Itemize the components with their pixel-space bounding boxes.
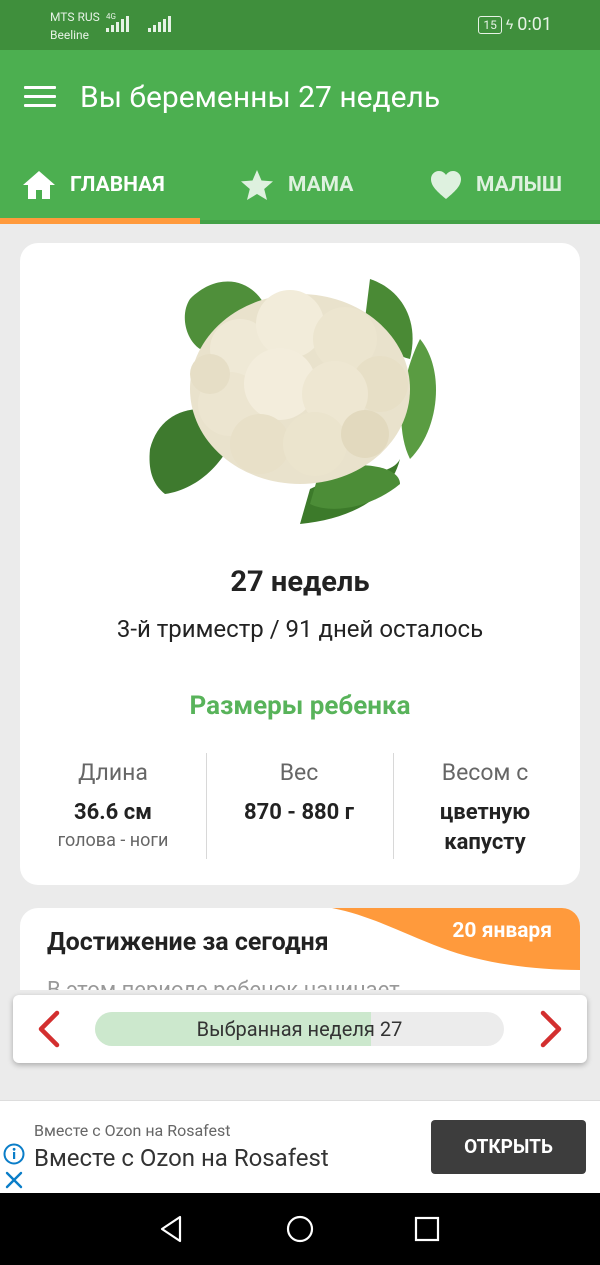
clock: 0:01 — [517, 14, 552, 35]
stat-label: Длина — [78, 759, 148, 786]
home-icon — [23, 171, 55, 199]
carrier-1: MTS RUS — [50, 10, 100, 24]
week-progress[interactable]: Выбранная неделя 27 — [95, 1012, 504, 1046]
hamburger-menu-icon[interactable] — [24, 86, 56, 110]
tab-home[interactable]: ГЛАВНАЯ — [22, 150, 165, 220]
close-icon[interactable] — [3, 1169, 25, 1191]
battery-icon: 15 — [478, 15, 502, 34]
charging-icon: ϟ — [505, 17, 514, 33]
back-icon[interactable] — [156, 1213, 188, 1245]
baby-stats: Длина 36.6 см голова - ноги Вес 870 - 88… — [20, 753, 580, 861]
ad-subtitle: Вместе с Ozon на Rosafest — [34, 1121, 231, 1140]
stat-value: 36.6 см — [74, 800, 152, 825]
star-icon — [241, 170, 273, 200]
recent-apps-icon[interactable] — [411, 1213, 443, 1245]
tab-bar: ГЛАВНАЯ МАМА МАЛЫШ — [0, 150, 600, 224]
achievement-preview: В этом периоде ребенок начинает — [47, 978, 400, 990]
home-nav-icon[interactable] — [284, 1213, 316, 1245]
tab-baby-label: МАЛЫШ — [476, 173, 563, 197]
system-nav-bar — [0, 1193, 600, 1265]
heart-icon — [431, 171, 461, 199]
stat-sub: голова - ноги — [57, 830, 169, 851]
stat-comparison: Весом с цветную капусту — [392, 753, 578, 858]
week-progress-label: Выбранная неделя 27 — [196, 1017, 403, 1041]
stat-length: Длина 36.6 см голова - ноги — [20, 753, 206, 851]
active-tab-indicator — [0, 218, 200, 224]
ad-title: Вместе с Ozon на Rosafest — [34, 1144, 329, 1172]
stat-value: 870 - 880 г — [243, 800, 355, 825]
page-title: Вы беременны 27 недель — [80, 80, 441, 115]
signal-icon-2 — [148, 14, 171, 32]
achievement-date: 20 января — [452, 919, 552, 943]
previous-week-arrow-icon[interactable] — [31, 1009, 71, 1049]
status-right: 15 ϟ 0:01 — [478, 14, 552, 35]
status-bar: MTS RUS Beeline 4G 15 ϟ 0:01 — [0, 0, 600, 50]
tab-home-label: ГЛАВНАЯ — [70, 173, 165, 197]
stat-weight: Вес 870 - 880 г — [206, 753, 392, 828]
info-icon[interactable] — [3, 1143, 25, 1165]
carrier-info: MTS RUS Beeline — [50, 10, 100, 42]
baby-sizes-heading: Размеры ребенка — [189, 691, 411, 721]
tab-mama-label: МАМА — [288, 173, 354, 197]
ad-banner[interactable]: Вместе с Ozon на Rosafest Вместе с Ozon … — [0, 1100, 600, 1193]
achievement-card[interactable]: 20 января Достижение за сегодня В этом п… — [20, 908, 580, 990]
next-week-arrow-icon[interactable] — [529, 1009, 569, 1049]
weeks-title: 27 недель — [230, 565, 370, 599]
week-info-card: 27 недель 3-й триместр / 91 дней осталос… — [20, 243, 580, 885]
stat-label: Вес — [279, 759, 319, 786]
ad-open-button[interactable]: ОТКРЫТЬ — [431, 1120, 586, 1174]
tab-mama[interactable]: МАМА — [240, 150, 353, 220]
achievement-title: Достижение за сегодня — [47, 928, 329, 957]
week-selector: Выбранная неделя 27 — [13, 995, 587, 1063]
stat-label: Весом с — [441, 759, 529, 786]
signal-icon — [106, 14, 129, 32]
app-bar: Вы беременны 27 недель — [0, 50, 600, 150]
stat-value: цветную капусту — [439, 800, 531, 855]
cauliflower-image — [149, 279, 437, 524]
carrier-2: Beeline — [50, 28, 90, 42]
trimester-info: 3-й триместр / 91 дней осталось — [116, 615, 484, 643]
tab-baby[interactable]: МАЛЫШ — [430, 150, 562, 220]
